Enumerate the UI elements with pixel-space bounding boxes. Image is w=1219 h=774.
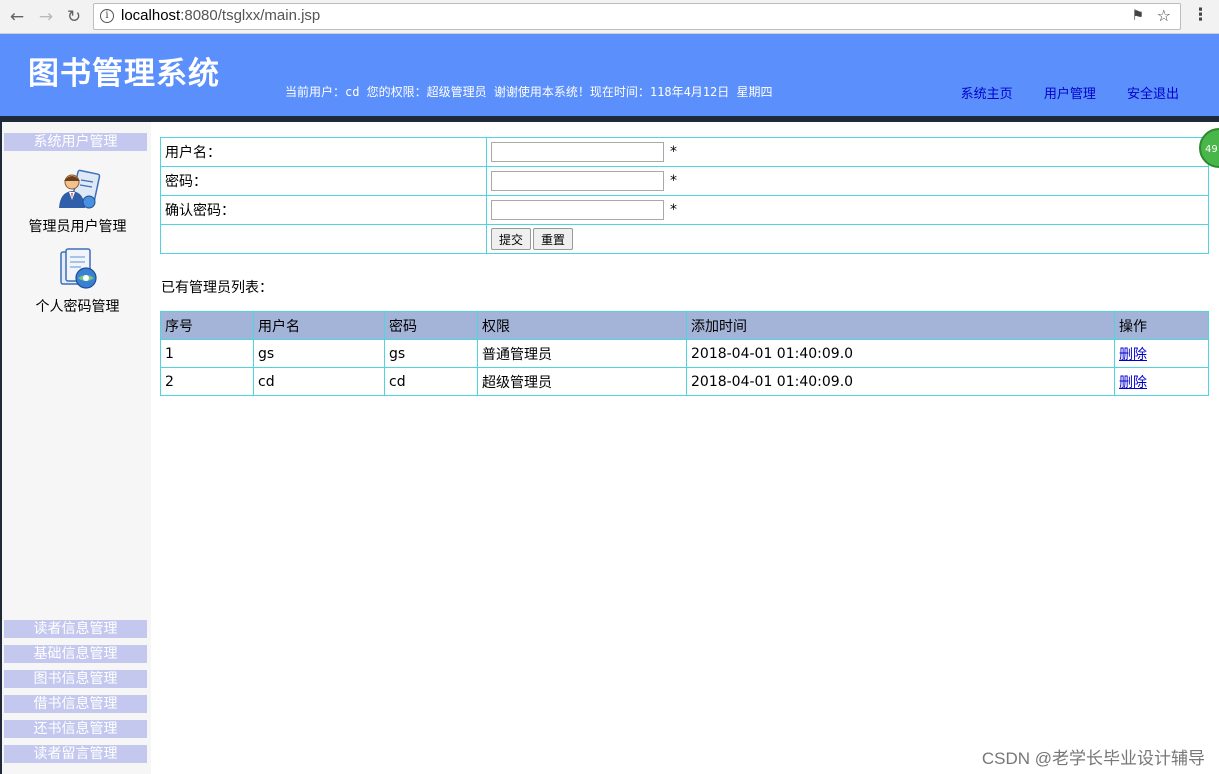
sidebar-header-basic-info[interactable]: 基础信息管理 <box>4 645 147 663</box>
forward-arrow-icon[interactable]: → <box>35 6 57 28</box>
reload-icon[interactable]: ↻ <box>63 6 85 28</box>
sidebar-header-return[interactable]: 还书信息管理 <box>4 720 147 738</box>
sidebar-header-readers[interactable]: 读者信息管理 <box>4 620 147 638</box>
table-row: 1 gs gs 普通管理员 2018-04-01 01:40:09.0 删除 <box>160 339 1209 368</box>
app-header: 图书管理系统 当前用户：cd 您的权限：超级管理员 谢谢使用本系统！现在时间：1… <box>0 34 1219 116</box>
column-header: 用户名 <box>253 311 385 340</box>
submit-button[interactable]: 提交 <box>491 228 532 250</box>
sidebar-item-label: 个人密码管理 <box>35 299 120 315</box>
browser-toolbar: ← → ↻ i localhost:8080/tsglxx/main.jsp ⚑… <box>0 0 1219 34</box>
top-nav: 系统主页 用户管理 安全退出 <box>934 83 1179 102</box>
form-row-buttons: 提交 重置 <box>160 224 1209 254</box>
confirm-password-label: 确认密码： <box>160 195 487 225</box>
sidebar-header-books[interactable]: 图书信息管理 <box>4 670 147 688</box>
cell-username: gs <box>253 339 385 368</box>
form-row-confirm: 确认密码： * <box>160 195 1209 225</box>
username-label: 用户名： <box>160 137 487 167</box>
delete-link[interactable]: 删除 <box>1119 375 1147 391</box>
table-row: 2 cd cd 超级管理员 2018-04-01 01:40:09.0 删除 <box>160 367 1209 396</box>
site-info-icon[interactable]: i <box>100 9 114 23</box>
sidebar-item-label: 管理员用户管理 <box>28 219 127 235</box>
admin-list-title: 已有管理员列表： <box>161 280 273 296</box>
cell-added-time: 2018-04-01 01:40:09.0 <box>686 339 1115 368</box>
nav-link-user-management[interactable]: 用户管理 <box>1044 87 1096 102</box>
cell-added-time: 2018-04-01 01:40:09.0 <box>686 367 1115 396</box>
buttons-cell: 提交 重置 <box>486 224 1209 254</box>
cell-password: gs <box>384 339 478 368</box>
delete-link[interactable]: 删除 <box>1119 347 1147 363</box>
cell-index: 1 <box>160 339 254 368</box>
nav-link-logout[interactable]: 安全退出 <box>1127 87 1179 102</box>
column-header: 密码 <box>384 311 478 340</box>
confirm-cell: * <box>486 195 1209 225</box>
url-host: localhost <box>121 7 181 24</box>
required-mark: * <box>670 173 677 189</box>
cell-index: 2 <box>160 367 254 396</box>
password-label: 密码： <box>160 166 487 196</box>
column-header: 操作 <box>1114 311 1209 340</box>
pin-icon[interactable]: ⚑ <box>1131 8 1144 24</box>
form-row-username: 用户名： * <box>160 137 1209 167</box>
app-title: 图书管理系统 <box>28 56 220 92</box>
back-arrow-icon[interactable]: ← <box>6 6 28 28</box>
column-header: 添加时间 <box>686 311 1115 340</box>
sidebar-item-password[interactable]: 个人密码管理 <box>2 246 153 316</box>
column-header: 权限 <box>477 311 687 340</box>
sidebar-header-messages[interactable]: 读者留言管理 <box>4 745 147 763</box>
column-header: 序号 <box>160 311 254 340</box>
header-divider <box>0 116 1219 122</box>
url-text[interactable]: localhost:8080/tsglxx/main.jsp <box>121 7 320 24</box>
required-mark: * <box>670 202 677 218</box>
cell-role: 普通管理员 <box>477 339 687 368</box>
user-info-text: 当前用户：cd 您的权限：超级管理员 谢谢使用本系统！现在时间：118年4月12… <box>285 85 773 99</box>
username-cell: * <box>486 137 1209 167</box>
reset-button[interactable]: 重置 <box>533 228 574 250</box>
password-icon <box>59 248 97 289</box>
required-mark: * <box>670 144 677 160</box>
table-header-row: 序号 用户名 密码 权限 添加时间 操作 <box>160 311 1209 340</box>
confirm-password-input[interactable] <box>491 200 664 220</box>
cell-role: 超级管理员 <box>477 367 687 396</box>
admin-list-table: 序号 用户名 密码 权限 添加时间 操作 1 gs gs 普通管理员 2018-… <box>160 311 1209 396</box>
bookmark-star-icon[interactable]: ☆ <box>1157 6 1171 25</box>
form-row-password: 密码： * <box>160 166 1209 196</box>
admin-user-icon <box>58 169 100 209</box>
url-path: :8080/tsglxx/main.jsp <box>180 7 321 24</box>
cell-password: cd <box>384 367 478 396</box>
sidebar-header-borrow[interactable]: 借书信息管理 <box>4 695 147 713</box>
password-input[interactable] <box>491 171 664 191</box>
cell-username: cd <box>253 367 385 396</box>
watermark-text: CSDN @老学长毕业设计辅导 <box>981 749 1205 768</box>
username-input[interactable] <box>491 142 664 162</box>
browser-menu-icon[interactable]: ⋮ <box>1192 5 1209 25</box>
add-admin-form: 用户名： * 密码： * 确认密码： * 提交 重置 <box>160 137 1209 254</box>
sidebar: 系统用户管理 管理员用户管理 个人密码管理 读者信息管理 基础信息管理 图书信息… <box>0 122 151 774</box>
sidebar-item-admin-users[interactable]: 管理员用户管理 <box>2 166 153 236</box>
nav-link-home[interactable]: 系统主页 <box>961 87 1013 102</box>
empty-cell <box>160 224 487 254</box>
password-cell: * <box>486 166 1209 196</box>
sidebar-header-system-users[interactable]: 系统用户管理 <box>4 133 147 151</box>
cell-action: 删除 <box>1114 367 1209 396</box>
address-bar[interactable]: i localhost:8080/tsglxx/main.jsp ⚑ ☆ <box>93 3 1181 30</box>
cell-action: 删除 <box>1114 339 1209 368</box>
